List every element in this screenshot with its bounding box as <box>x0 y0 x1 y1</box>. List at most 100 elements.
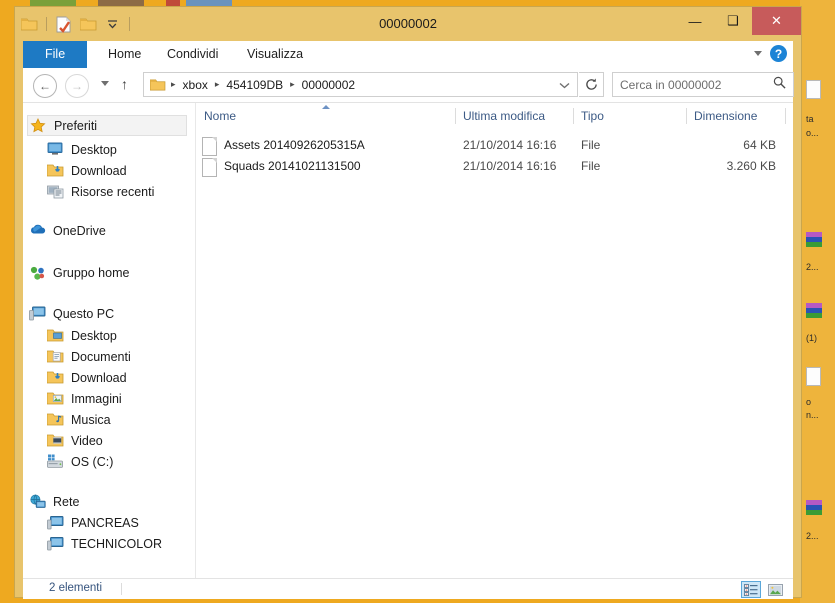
sidebar-item-onedrive[interactable]: OneDrive <box>29 220 106 241</box>
chevron-down-icon[interactable] <box>754 51 762 56</box>
desktop-icon-label: n... <box>806 410 819 420</box>
this-pc-icon <box>29 306 47 322</box>
sort-ascending-icon <box>322 105 330 109</box>
back-button[interactable]: ← <box>33 74 57 98</box>
column-header-dimensione[interactable]: Dimensione <box>694 103 757 129</box>
breadcrumb-454109db[interactable]: 454109DB <box>224 78 285 92</box>
column-divider[interactable] <box>455 108 456 124</box>
search-icon[interactable] <box>773 76 793 94</box>
column-divider[interactable] <box>785 108 786 124</box>
ribbon-tab-bar: File Home Condividi Visualizza ? <box>23 41 793 69</box>
sidebar-item-label: Immagini <box>71 391 122 406</box>
file-type: File <box>581 138 601 152</box>
close-button[interactable]: ✕ <box>752 7 801 35</box>
sidebar-item-desktop-pc[interactable]: Desktop <box>46 325 117 346</box>
desktop-app-icon[interactable] <box>806 232 828 249</box>
sidebar-item-label: Preferiti <box>54 118 98 133</box>
sidebar-item-preferiti[interactable]: Preferiti <box>27 115 187 136</box>
computer-icon <box>47 515 65 531</box>
sidebar-item-label: Rete <box>53 494 80 509</box>
sidebar-item-technicolor[interactable]: TECHNICOLOR <box>47 533 162 554</box>
sidebar-item-label: Video <box>71 433 103 448</box>
search-input[interactable]: Cerca in 00000002 <box>612 72 794 97</box>
desktop-doc-icon[interactable] <box>806 367 821 386</box>
breadcrumb-separator: ▸ <box>171 79 176 89</box>
tab-condividi[interactable]: Condividi <box>154 41 231 68</box>
hard-drive-icon <box>47 454 65 470</box>
sidebar-item-label: Desktop <box>71 328 117 343</box>
breadcrumb-separator: ▸ <box>214 79 220 89</box>
status-bar: 2 elementi <box>23 578 793 599</box>
sidebar-item-label: Desktop <box>71 142 117 157</box>
minimize-button[interactable]: — <box>676 7 714 35</box>
breadcrumb-xbox[interactable]: xbox <box>181 78 210 92</box>
table-row[interactable]: Squads 20141021131500 21/10/2014 16:16 F… <box>196 156 793 177</box>
file-type: File <box>581 159 601 173</box>
breadcrumb-00000002[interactable]: 00000002 <box>300 78 357 92</box>
star-icon <box>30 117 48 134</box>
sidebar-item-label: OS (C:) <box>71 454 114 469</box>
table-row[interactable]: Assets 20140926205315A 21/10/2014 16:16 … <box>196 135 793 156</box>
address-bar[interactable]: ▸ xbox ▸ 454109DB ▸ 00000002 <box>143 72 578 97</box>
desktop-app-icon[interactable] <box>806 303 828 320</box>
sidebar-item-musica[interactable]: Musica <box>46 409 111 430</box>
tab-file[interactable]: File <box>23 41 88 68</box>
refresh-button[interactable] <box>579 72 604 97</box>
chevron-down-icon[interactable] <box>559 76 577 94</box>
sidebar-item-pancreas[interactable]: PANCREAS <box>47 512 139 533</box>
tab-home[interactable]: Home <box>95 41 154 68</box>
desktop-doc-icon[interactable] <box>806 80 821 99</box>
sidebar-item-risorse-recenti[interactable]: Risorse recenti <box>47 181 154 202</box>
sidebar-item-immagini[interactable]: Immagini <box>46 388 122 409</box>
desktop-app-icon[interactable] <box>806 500 828 517</box>
forward-button[interactable]: → <box>65 74 89 98</box>
sidebar-item-label: Documenti <box>71 349 131 364</box>
desktop-folder-icon <box>46 328 65 344</box>
column-header-ultima-modifica[interactable]: Ultima modifica <box>463 103 545 129</box>
column-header-tipo[interactable]: Tipo <box>581 103 604 129</box>
sidebar-item-questo-pc[interactable]: Questo PC <box>29 303 114 324</box>
generic-file-icon <box>202 158 217 177</box>
up-button[interactable]: ↑ <box>121 76 128 92</box>
details-view-button[interactable] <box>741 581 761 598</box>
column-divider[interactable] <box>573 108 574 124</box>
desktop-icon-label: 2... <box>806 531 819 541</box>
recent-locations-icon[interactable] <box>101 81 109 86</box>
sidebar-item-os-c[interactable]: OS (C:) <box>47 451 113 472</box>
large-icons-view-button[interactable] <box>765 581 785 598</box>
explorer-body: Preferiti Desktop Download Risorse recen… <box>23 102 793 579</box>
sidebar-item-desktop-fav[interactable]: Desktop <box>47 139 117 160</box>
sidebar-item-documenti[interactable]: Documenti <box>46 346 131 367</box>
chevron-down-icon[interactable] <box>102 14 122 34</box>
sidebar-item-label: Questo PC <box>53 306 115 321</box>
sidebar-item-video[interactable]: Video <box>46 430 103 451</box>
help-icon[interactable]: ? <box>770 45 787 62</box>
sidebar-item-download-pc[interactable]: Download <box>46 367 127 388</box>
sidebar-item-label: TECHNICOLOR <box>71 536 162 551</box>
maximize-button[interactable]: ❑ <box>714 7 752 35</box>
toolbar-separator <box>129 17 130 31</box>
file-name[interactable]: Squads 20141021131500 <box>224 156 361 177</box>
sidebar-item-download-fav[interactable]: Download <box>46 160 127 181</box>
column-header-nome[interactable]: Nome <box>204 103 236 129</box>
folder-icon[interactable] <box>19 14 39 34</box>
sidebar-item-gruppo-home[interactable]: Gruppo home <box>29 262 129 283</box>
file-name[interactable]: Assets 20140926205315A <box>224 135 365 156</box>
navigation-pane: Preferiti Desktop Download Risorse recen… <box>23 103 196 579</box>
column-divider[interactable] <box>686 108 687 124</box>
sidebar-item-label: OneDrive <box>53 223 106 238</box>
desktop-icon-label: ta <box>806 114 814 124</box>
file-size: 64 KB <box>743 138 776 152</box>
sidebar-item-label: Download <box>71 163 127 178</box>
item-count-label: 2 elementi <box>49 582 103 594</box>
tab-visualizza[interactable]: Visualizza <box>234 41 316 68</box>
ribbon-right-controls: ? <box>754 45 787 62</box>
sidebar-item-label: Musica <box>71 412 111 427</box>
sidebar-item-rete[interactable]: Rete <box>29 491 79 512</box>
network-icon <box>29 493 47 510</box>
new-folder-icon[interactable] <box>78 14 98 34</box>
title-bar[interactable]: 00000002 — ❑ ✕ <box>15 7 801 41</box>
file-size: 3.260 KB <box>726 159 776 173</box>
properties-icon[interactable] <box>54 14 74 34</box>
recent-places-icon <box>47 184 65 200</box>
